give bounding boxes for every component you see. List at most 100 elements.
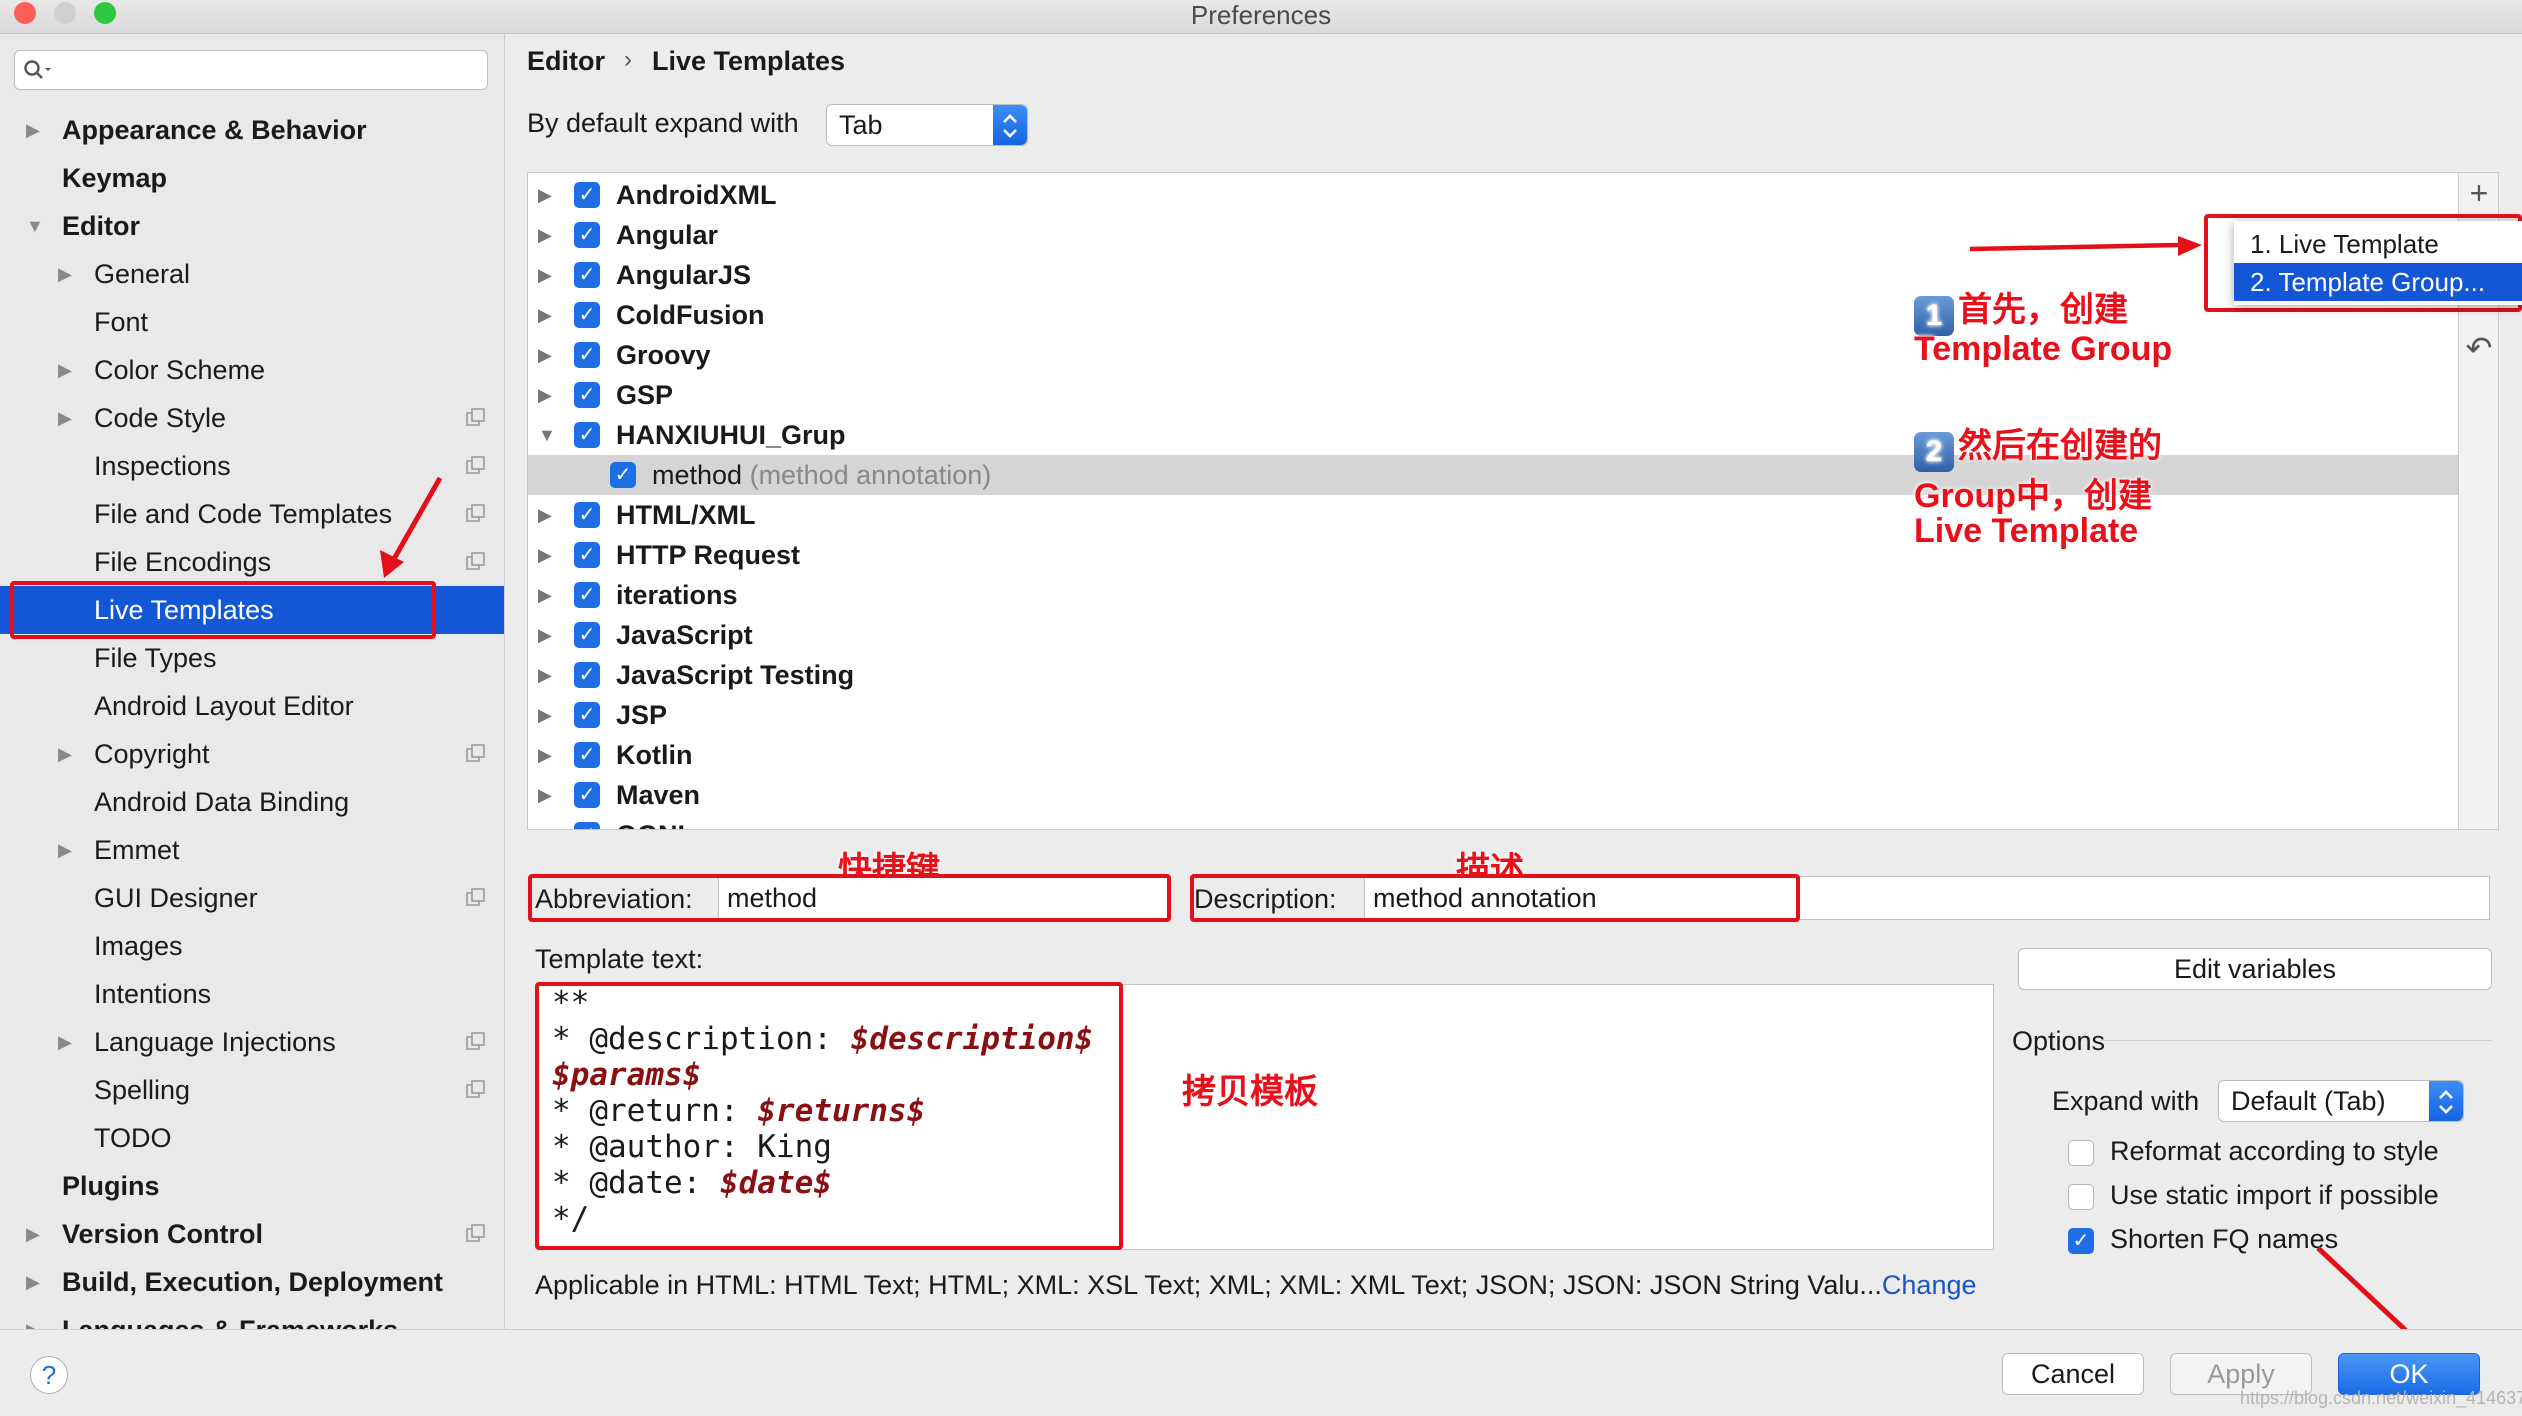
expand-arrow-icon[interactable]: ▶ <box>538 615 552 655</box>
sidebar-item-language-injections[interactable]: ▶ Language Injections <box>0 1018 504 1066</box>
list-item[interactable]: ▶ ✓ AndroidXML <box>528 175 2458 215</box>
expand-arrow-icon[interactable]: ▶ <box>26 1210 40 1258</box>
expand-arrow-icon[interactable]: ▶ <box>538 255 552 295</box>
checkbox-checked-icon[interactable]: ✓ <box>574 302 600 328</box>
menu-item-live-template[interactable]: 1. Live Template <box>2234 225 2522 263</box>
checkbox-checked-icon[interactable]: ✓ <box>574 622 600 648</box>
list-item[interactable]: ▶ ✓ iterations <box>528 575 2458 615</box>
checkbox-checked-icon[interactable]: ✓ <box>574 382 600 408</box>
sidebar-item-code-style[interactable]: ▶ Code Style <box>0 394 504 442</box>
list-item[interactable]: ▶ ✓ JavaScript <box>528 615 2458 655</box>
list-item[interactable]: ▶ ✓ GSP <box>528 375 2458 415</box>
expand-arrow-icon[interactable]: ▶ <box>538 335 552 375</box>
expand-arrow-icon[interactable]: ▶ <box>58 394 72 442</box>
cancel-button[interactable]: Cancel <box>2002 1353 2144 1395</box>
sidebar-item-android-data-binding[interactable]: Android Data Binding <box>0 778 504 826</box>
menu-item-template-group[interactable]: 2. Template Group... <box>2234 263 2522 301</box>
checkbox-checked-icon[interactable]: ✓ <box>574 342 600 368</box>
list-item[interactable]: ▶ ✓ Kotlin <box>528 735 2458 775</box>
list-item[interactable]: ▼ ✓ HANXIUHUI_Grup <box>528 415 2458 455</box>
list-item[interactable]: ▶ ✓ AngularJS <box>528 255 2458 295</box>
expand-default-select[interactable]: Tab <box>826 104 1028 146</box>
breadcrumb-editor[interactable]: Editor <box>527 46 605 77</box>
expand-arrow-icon[interactable]: ▶ <box>538 735 552 775</box>
checkbox-checked-icon[interactable]: ✓ <box>574 422 600 448</box>
sidebar-item-plugins[interactable]: Plugins <box>0 1162 504 1210</box>
settings-search-input[interactable] <box>14 50 488 90</box>
expand-arrow-icon[interactable]: ▶ <box>538 295 552 335</box>
sidebar-item-intentions[interactable]: Intentions <box>0 970 504 1018</box>
sidebar-item-android-layout-editor[interactable]: Android Layout Editor <box>0 682 504 730</box>
help-button[interactable]: ? <box>30 1356 68 1394</box>
expand-arrow-icon[interactable]: ▶ <box>538 775 552 815</box>
sidebar-item-general[interactable]: ▶ General <box>0 250 504 298</box>
add-template-button[interactable]: + <box>2459 175 2499 212</box>
expand-arrow-icon[interactable]: ▶ <box>58 730 72 778</box>
list-item[interactable]: ▶ ✓ JavaScript Testing <box>528 655 2458 695</box>
checkbox-unchecked-icon[interactable] <box>2068 1140 2094 1166</box>
expand-arrow-icon[interactable]: ▶ <box>58 1018 72 1066</box>
expand-with-select[interactable]: Default (Tab) <box>2218 1080 2464 1122</box>
sidebar-item-keymap[interactable]: Keymap <box>0 154 504 202</box>
sidebar-item-copyright[interactable]: ▶ Copyright <box>0 730 504 778</box>
list-item[interactable]: ▶✓OGNL <box>528 815 2458 829</box>
checkbox-checked-icon[interactable]: ✓ <box>574 702 600 728</box>
template-group-list[interactable]: ▶ ✓ AndroidXML ▶ ✓ Angular ▶ ✓ AngularJS ▶ ✓ Col… <box>527 172 2459 830</box>
reformat-option[interactable]: Reformat according to style <box>2068 1136 2508 1172</box>
expand-arrow-icon[interactable]: ▶ <box>538 175 552 215</box>
list-item[interactable]: ▶ ✓ Maven <box>528 775 2458 815</box>
list-item-selected[interactable]: ✓ method (method annotation) <box>528 455 2458 495</box>
expand-arrow-icon[interactable]: ▶ <box>538 535 552 575</box>
sidebar-item-gui-designer[interactable]: GUI Designer <box>0 874 504 922</box>
edit-variables-button[interactable]: Edit variables <box>2018 948 2492 990</box>
checkbox-checked-icon[interactable]: ✓ <box>574 262 600 288</box>
shorten-fq-option[interactable]: ✓ Shorten FQ names <box>2068 1224 2508 1260</box>
checkbox-checked-icon[interactable]: ✓ <box>574 662 600 688</box>
collapse-arrow-icon[interactable]: ▼ <box>538 415 556 455</box>
sidebar-item-font[interactable]: Font <box>0 298 504 346</box>
static-import-option[interactable]: Use static import if possible <box>2068 1180 2508 1216</box>
expand-arrow-icon[interactable]: ▶ <box>58 826 72 874</box>
expand-arrow-icon[interactable]: ▶ <box>538 575 552 615</box>
list-item[interactable]: ▶ ✓ ColdFusion <box>528 295 2458 335</box>
checkbox-checked-icon[interactable]: ✓ <box>610 462 636 488</box>
list-item[interactable]: ▶ ✓ JSP <box>528 695 2458 735</box>
sidebar-item-todo[interactable]: TODO <box>0 1114 504 1162</box>
expand-arrow-icon[interactable]: ▶ <box>538 215 552 255</box>
checkbox-checked-icon[interactable]: ✓ <box>574 542 600 568</box>
checkbox-checked-icon[interactable]: ✓ <box>574 582 600 608</box>
list-item[interactable]: ▶ ✓ HTML/XML <box>528 495 2458 535</box>
checkbox-checked-icon[interactable]: ✓ <box>2068 1228 2094 1254</box>
sidebar-item-images[interactable]: Images <box>0 922 504 970</box>
sidebar-item-version-control[interactable]: ▶ Version Control <box>0 1210 504 1258</box>
checkbox-checked-icon[interactable]: ✓ <box>574 782 600 808</box>
checkbox-checked-icon[interactable]: ✓ <box>574 222 600 248</box>
undo-icon[interactable]: ↶ <box>2459 329 2499 367</box>
expand-arrow-icon[interactable]: ▶ <box>538 495 552 535</box>
sidebar-item-appearance[interactable]: ▶ Appearance & Behavior <box>0 106 504 154</box>
expand-arrow-icon[interactable]: ▶ <box>538 695 552 735</box>
expand-arrow-icon[interactable]: ▶ <box>538 815 552 829</box>
checkbox-checked-icon[interactable]: ✓ <box>574 822 600 829</box>
checkbox-checked-icon[interactable]: ✓ <box>574 502 600 528</box>
sidebar-item-build-execution[interactable]: ▶ Build, Execution, Deployment <box>0 1258 504 1306</box>
sidebar-item-languages-frameworks[interactable]: ▶ Languages & Frameworks <box>0 1306 504 1329</box>
sidebar-item-spelling[interactable]: Spelling <box>0 1066 504 1114</box>
list-item[interactable]: ▶ ✓ HTTP Request <box>528 535 2458 575</box>
expand-arrow-icon[interactable]: ▶ <box>58 250 72 298</box>
checkbox-unchecked-icon[interactable] <box>2068 1184 2094 1210</box>
sidebar-item-emmet[interactable]: ▶ Emmet <box>0 826 504 874</box>
checkbox-checked-icon[interactable]: ✓ <box>574 742 600 768</box>
sidebar-item-color-scheme[interactable]: ▶ Color Scheme <box>0 346 504 394</box>
sidebar-item-file-types[interactable]: File Types <box>0 634 504 682</box>
expand-arrow-icon[interactable]: ▶ <box>26 1258 40 1306</box>
expand-arrow-icon[interactable]: ▶ <box>58 346 72 394</box>
expand-arrow-icon[interactable]: ▶ <box>26 1306 40 1329</box>
sidebar-item-editor[interactable]: ▼ Editor <box>0 202 504 250</box>
expand-arrow-icon[interactable]: ▶ <box>26 106 40 154</box>
checkbox-checked-icon[interactable]: ✓ <box>574 182 600 208</box>
expand-arrow-icon[interactable]: ▶ <box>538 375 552 415</box>
collapse-arrow-icon[interactable]: ▼ <box>26 202 44 250</box>
change-context-link[interactable]: Change <box>1882 1270 1977 1300</box>
expand-arrow-icon[interactable]: ▶ <box>538 655 552 695</box>
